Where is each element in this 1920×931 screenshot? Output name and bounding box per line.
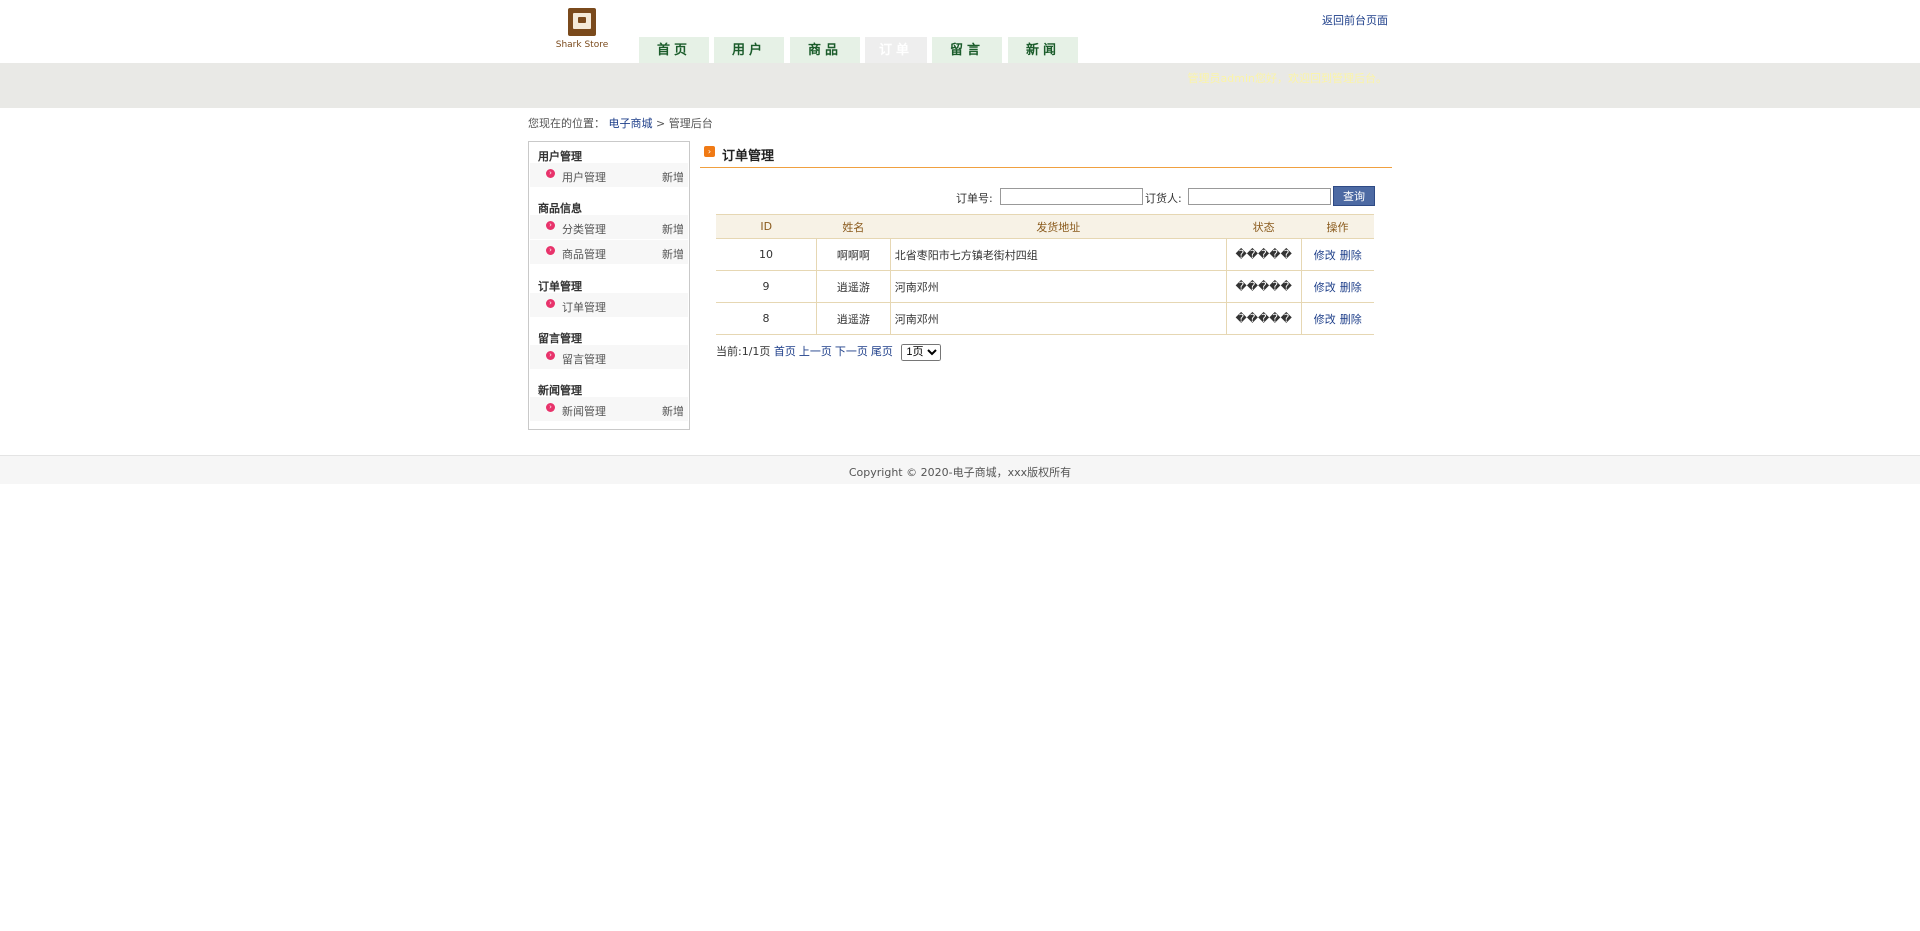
page-title: 订单管理 xyxy=(722,149,775,164)
sidebar-add-category-link[interactable]: 新增 xyxy=(662,221,684,237)
sidebar-add-product-link[interactable]: 新增 xyxy=(662,246,684,262)
sidebar-item-label[interactable]: 留言管理 xyxy=(562,351,606,367)
pager-prev-link[interactable]: 上一页 xyxy=(799,345,832,358)
sidebar-item-order-management: › 订单管理 xyxy=(530,293,688,317)
cell-name: 啊啊啊 xyxy=(815,238,891,271)
tab-products[interactable]: 商品 xyxy=(790,37,860,63)
customer-label: 订货人: xyxy=(1145,192,1182,205)
back-to-frontend-link[interactable]: 返回前台页面 xyxy=(1322,12,1388,28)
pagination: 当前:1/1页 首页 上一页 下一页 尾页 1页 xyxy=(716,343,942,361)
cell-id: 9 xyxy=(716,270,817,303)
bullet-arrow-icon: › xyxy=(546,221,555,230)
bullet-arrow-icon: › xyxy=(546,169,555,178)
table-row: 8 逍遥游 河南邓州 ����� 修改 删除 xyxy=(716,302,1374,335)
sidebar-item-category-management: › 分类管理 新增 xyxy=(530,215,688,239)
welcome-text: 管理员admin您好，欢迎回到管理后台。 xyxy=(1187,72,1387,85)
tab-users[interactable]: 用户 xyxy=(714,37,784,63)
sidebar-group-users: 用户管理 xyxy=(538,150,582,163)
tab-orders[interactable]: 订单 xyxy=(865,37,927,63)
welcome-bar: 管理员admin您好，欢迎回到管理后台。 xyxy=(0,63,1920,108)
sidebar-item-label[interactable]: 订单管理 xyxy=(562,299,606,315)
page-select[interactable]: 1页 xyxy=(901,343,942,361)
edit-link[interactable]: 修改 xyxy=(1314,313,1336,326)
delete-link[interactable]: 删除 xyxy=(1340,249,1362,262)
cell-actions: 修改 删除 xyxy=(1300,302,1374,335)
cell-address: 北省枣阳市七方镇老街村四组 xyxy=(889,238,1227,271)
section-arrow-icon: › xyxy=(704,146,715,157)
bullet-arrow-icon: › xyxy=(546,403,555,412)
sidebar-item-message-management: › 留言管理 xyxy=(530,345,688,369)
header: Shark Store 返回前台页面 首页 用户 商品 订单 留言 新闻 xyxy=(0,0,1920,63)
sidebar-item-product-management: › 商品管理 新增 xyxy=(530,240,688,264)
breadcrumb-current: 管理后台 xyxy=(668,117,713,130)
copyright-text: Copyright © 2020-电子商城，xxx版权所有 xyxy=(848,466,1072,479)
delete-link[interactable]: 删除 xyxy=(1340,281,1362,294)
sidebar-item-label[interactable]: 分类管理 xyxy=(562,221,606,237)
pager-last-link[interactable]: 尾页 xyxy=(871,345,893,358)
pager-first-link[interactable]: 首页 xyxy=(774,345,796,358)
cell-name: 逍遥游 xyxy=(815,270,891,303)
sidebar-item-label[interactable]: 新闻管理 xyxy=(562,403,606,419)
logo-text: Shark Store xyxy=(555,40,609,50)
tab-news[interactable]: 新闻 xyxy=(1008,37,1078,63)
table-header-row: ID 姓名 发货地址 状态 操作 xyxy=(716,214,1374,239)
orders-table: ID 姓名 发货地址 状态 操作 10 啊啊啊 北省枣阳市七方镇老街村四组 ��… xyxy=(716,214,1374,335)
sidebar-group-messages: 留言管理 xyxy=(538,332,582,345)
pager-next-link[interactable]: 下一页 xyxy=(835,345,868,358)
bullet-arrow-icon: › xyxy=(546,246,555,255)
col-name: 姓名 xyxy=(816,214,891,239)
cell-name: 逍遥游 xyxy=(815,302,891,335)
sidebar-item-user-management: › 用户管理 新增 xyxy=(530,163,688,187)
order-no-input[interactable] xyxy=(1000,188,1143,205)
cell-address: 河南邓州 xyxy=(889,302,1227,335)
sidebar-add-news-link[interactable]: 新增 xyxy=(662,403,684,419)
cell-status: ����� xyxy=(1225,270,1302,303)
customer-input[interactable] xyxy=(1188,188,1331,205)
store-logo[interactable]: Shark Store xyxy=(554,8,610,52)
footer: Copyright © 2020-电子商城，xxx版权所有 xyxy=(0,455,1920,484)
delete-link[interactable]: 删除 xyxy=(1340,313,1362,326)
cell-status: ����� xyxy=(1225,238,1302,271)
tab-home[interactable]: 首页 xyxy=(639,37,709,63)
sidebar-group-orders: 订单管理 xyxy=(538,280,582,293)
breadcrumb-home-link[interactable]: 电子商城 xyxy=(609,117,653,130)
sidebar-group-products: 商品信息 xyxy=(538,202,582,215)
sidebar-item-label[interactable]: 商品管理 xyxy=(562,246,606,262)
edit-link[interactable]: 修改 xyxy=(1314,281,1336,294)
cell-id: 10 xyxy=(716,238,817,271)
shop-icon xyxy=(568,8,596,36)
col-id: ID xyxy=(716,214,817,239)
table-row: 9 逍遥游 河南邓州 ����� 修改 删除 xyxy=(716,270,1374,303)
table-row: 10 啊啊啊 北省枣阳市七方镇老街村四组 ����� 修改 删除 xyxy=(716,238,1374,271)
col-actions: 操作 xyxy=(1301,214,1374,239)
breadcrumb-separator: > xyxy=(656,117,666,130)
pager-current: 当前:1/1页 xyxy=(716,345,771,358)
sidebar-item-label[interactable]: 用户管理 xyxy=(562,169,606,185)
tab-messages[interactable]: 留言 xyxy=(932,37,1002,63)
cell-actions: 修改 删除 xyxy=(1300,270,1374,303)
breadcrumb: 您现在的位置： 电子商城 > 管理后台 xyxy=(528,115,713,131)
breadcrumb-prefix: 您现在的位置： xyxy=(528,117,605,130)
order-no-label: 订单号: xyxy=(956,192,993,205)
cell-actions: 修改 删除 xyxy=(1300,238,1374,271)
search-button[interactable]: 查询 xyxy=(1333,186,1375,206)
col-status: 状态 xyxy=(1226,214,1302,239)
sidebar-group-news: 新闻管理 xyxy=(538,384,582,397)
bullet-arrow-icon: › xyxy=(546,351,555,360)
bullet-arrow-icon: › xyxy=(546,299,555,308)
cell-status: ����� xyxy=(1225,302,1302,335)
sidebar-item-news-management: › 新闻管理 新增 xyxy=(530,397,688,421)
sidebar-add-user-link[interactable]: 新增 xyxy=(662,169,684,185)
sidebar: 用户管理 › 用户管理 新增 商品信息 › 分类管理 新增 › 商品管理 新增 … xyxy=(528,141,690,430)
main-title-row: › 订单管理 xyxy=(700,143,1392,168)
cell-id: 8 xyxy=(716,302,817,335)
col-address: 发货地址 xyxy=(890,214,1227,239)
edit-link[interactable]: 修改 xyxy=(1314,249,1336,262)
cell-address: 河南邓州 xyxy=(889,270,1227,303)
